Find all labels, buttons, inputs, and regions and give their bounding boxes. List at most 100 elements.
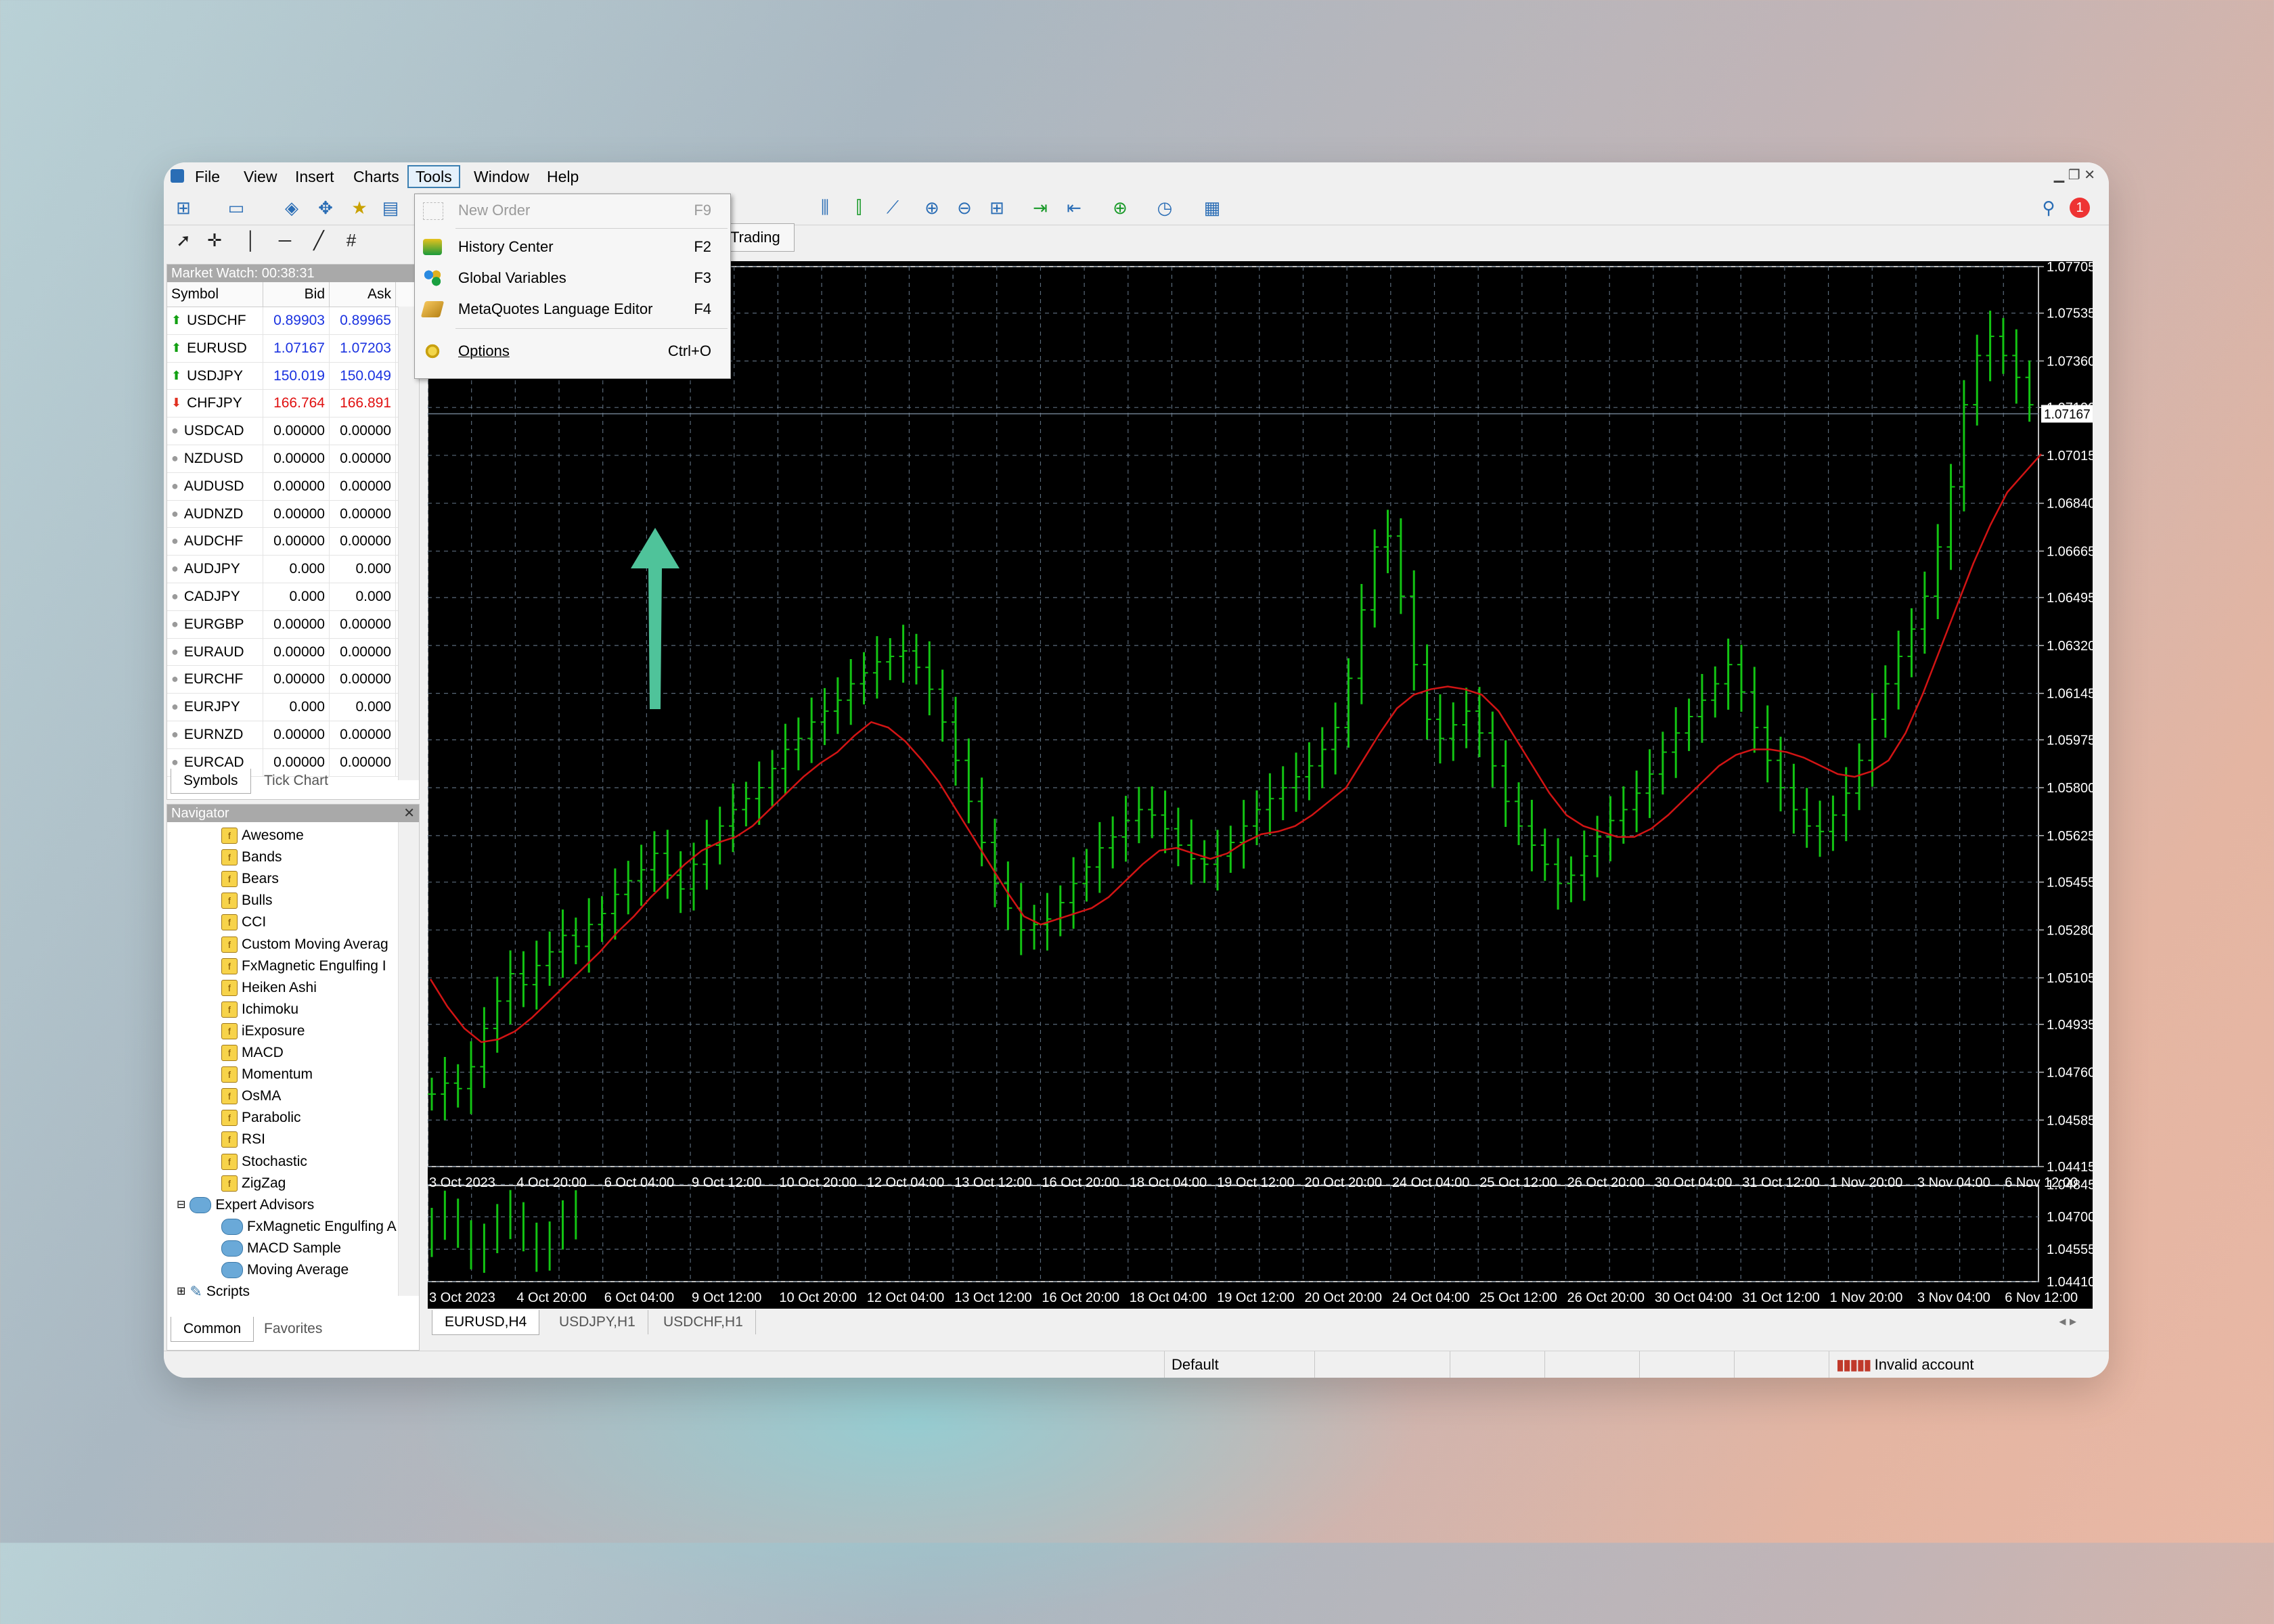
navigator-scrollbar[interactable] <box>398 822 419 1296</box>
market-watch-row[interactable]: ● USDCAD 0.00000 0.00000 <box>167 418 419 445</box>
expand-icon[interactable]: ⊞ <box>177 1281 185 1303</box>
market-watch-row[interactable]: ● EURJPY 0.000 0.000 <box>167 694 419 721</box>
window-controls[interactable]: ▁ ❐ ✕ <box>2054 166 2095 183</box>
market-watch-row[interactable]: ● AUDNZD 0.00000 0.00000 <box>167 500 419 528</box>
market-watch-row[interactable]: ● CADJPY 0.000 0.000 <box>167 583 419 611</box>
price-chart[interactable]: 1.077051.075351.073601.071901.070151.068… <box>427 260 2095 1309</box>
menu-item-options[interactable]: Options Ctrl+O <box>415 336 730 366</box>
navigator-indicator-item[interactable]: f Bands <box>221 847 282 868</box>
tab-scroll-arrows[interactable]: ◂ ▸ <box>2059 1313 2076 1330</box>
terminal-icon[interactable]: ▤ <box>378 195 403 221</box>
zoom-in-icon[interactable]: ⊕ <box>919 195 945 221</box>
navigator-indicator-item[interactable]: f Custom Moving Averag <box>221 934 388 955</box>
market-watch-row[interactable]: ⬆ EURUSD 1.07167 1.07203 <box>167 334 419 363</box>
profiles-icon[interactable]: ▭ <box>223 195 249 221</box>
close-icon[interactable]: ✕ <box>403 805 415 822</box>
tab-favorites[interactable]: Favorites <box>252 1317 334 1341</box>
menu-file[interactable]: File <box>188 165 227 188</box>
market-watch-row[interactable]: ● AUDJPY 0.000 0.000 <box>167 556 419 583</box>
tab-symbols[interactable]: Symbols <box>171 769 251 794</box>
chart-shift-icon[interactable]: ⇤ <box>1061 195 1087 221</box>
menu-item-history-center[interactable]: History Center F2 <box>415 232 730 262</box>
market-watch-icon[interactable]: ◈ <box>279 195 305 221</box>
navigator-indicator-item[interactable]: f MACD <box>221 1042 284 1064</box>
cursor-icon[interactable]: ➚ <box>171 227 196 253</box>
tab-usdjpy-h1[interactable]: USDJPY,H1 <box>547 1310 648 1334</box>
candlestick-icon[interactable]: ⫿ <box>846 195 872 221</box>
tab-usdchf-h1[interactable]: USDCHF,H1 <box>651 1310 756 1334</box>
tab-common[interactable]: Common <box>171 1317 254 1342</box>
col-bid[interactable]: Bid <box>263 282 330 307</box>
menu-tools[interactable]: Tools <box>407 165 460 188</box>
market-watch-row[interactable]: ● EURAUD 0.00000 0.00000 <box>167 638 419 667</box>
new-chart-icon[interactable]: ⊞ <box>171 195 196 221</box>
search-icon[interactable]: ⚲ <box>2036 195 2061 221</box>
sub-x-tick-label: 6 Oct 04:00 <box>604 1290 674 1305</box>
price-neutral-icon: ● <box>171 672 179 686</box>
ask-cell: 0.00000 <box>330 445 396 472</box>
collapse-icon[interactable]: ⊟ <box>177 1194 185 1216</box>
navigator-indicator-item[interactable]: f RSI <box>221 1129 265 1150</box>
menu-view[interactable]: View <box>237 165 284 188</box>
navigator-expert-item[interactable]: MACD Sample <box>221 1238 341 1259</box>
navigator-indicator-item[interactable]: f Stochastic <box>221 1151 307 1173</box>
market-watch-row[interactable]: ⬇ CHFJPY 166.764 166.891 <box>167 390 419 418</box>
navigator-indicator-item[interactable]: f Awesome <box>221 825 304 847</box>
vertical-line-icon[interactable]: │ <box>238 227 264 253</box>
navigator-expert-item[interactable]: Moving Average <box>221 1259 349 1281</box>
navigator-indicator-item[interactable]: f ZigZag <box>221 1173 286 1194</box>
chart-area[interactable]: 1.077051.075351.073601.071901.070151.068… <box>427 260 2095 1309</box>
restore-icon[interactable]: ❐ <box>2068 168 2080 183</box>
minimize-icon[interactable]: ▁ <box>2054 168 2064 183</box>
notification-badge[interactable]: 1 <box>2070 198 2090 218</box>
navigator-icon[interactable]: ★ <box>347 195 372 221</box>
col-ask[interactable]: Ask <box>330 282 396 307</box>
periods-icon[interactable]: ◷ <box>1152 195 1178 221</box>
market-watch-row[interactable]: ● NZDUSD 0.00000 0.00000 <box>167 445 419 473</box>
tab-eurusd-h4[interactable]: EURUSD,H4 <box>432 1310 540 1335</box>
menu-item-new-order[interactable]: New Order F9 <box>415 196 730 225</box>
templates-icon[interactable]: ▦ <box>1199 195 1225 221</box>
crosshair-icon[interactable]: ✛ <box>202 227 227 253</box>
navigator-indicator-item[interactable]: f OsMA <box>221 1085 281 1107</box>
navigator-indicator-item[interactable]: f iExposure <box>221 1020 305 1042</box>
tab-tick-chart[interactable]: Tick Chart <box>252 769 340 793</box>
market-watch-row[interactable]: ● EURCHF 0.00000 0.00000 <box>167 666 419 694</box>
market-watch-row[interactable]: ⬆ USDJPY 150.019 150.049 <box>167 362 419 390</box>
menu-insert[interactable]: Insert <box>288 165 341 188</box>
indicators-icon[interactable]: ⊕ <box>1107 195 1133 221</box>
zoom-out-icon[interactable]: ⊖ <box>952 195 977 221</box>
status-connection[interactable]: ▮▮▮▮▮ Invalid account <box>1829 1351 2093 1378</box>
navigator-indicator-item[interactable]: f Bulls <box>221 890 273 911</box>
close-icon[interactable]: ✕ <box>2084 168 2095 183</box>
trendline-icon[interactable]: ╱ <box>306 227 332 253</box>
bar-chart-icon[interactable]: ⫼ <box>812 195 838 221</box>
menu-help[interactable]: Help <box>540 165 585 188</box>
navigator-indicator-item[interactable]: f Bears <box>221 868 279 890</box>
market-watch-row[interactable]: ● EURGBP 0.00000 0.00000 <box>167 610 419 639</box>
navigator-indicator-item[interactable]: f CCI <box>221 911 266 933</box>
market-watch-row[interactable]: ● EURNZD 0.00000 0.00000 <box>167 721 419 749</box>
market-watch-row[interactable]: ● AUDUSD 0.00000 0.00000 <box>167 472 419 501</box>
line-chart-icon[interactable]: ⟋ <box>880 195 906 221</box>
market-watch-row[interactable]: ● AUDCHF 0.00000 0.00000 <box>167 528 419 556</box>
navigator-indicator-item[interactable]: f Momentum <box>221 1064 313 1085</box>
channel-icon[interactable]: # <box>338 227 364 253</box>
auto-scroll-icon[interactable]: ⇥ <box>1027 195 1053 221</box>
navigator-indicator-item[interactable]: f Ichimoku <box>221 999 298 1020</box>
tile-windows-icon[interactable]: ⊞ <box>984 195 1010 221</box>
menu-window[interactable]: Window <box>467 165 536 188</box>
navigator-indicator-item[interactable]: f Heiken Ashi <box>221 977 317 999</box>
navigator-scripts-folder[interactable]: ⊞ ✎ Scripts <box>177 1281 250 1303</box>
navigator-indicator-item[interactable]: f FxMagnetic Engulfing I <box>221 955 386 977</box>
navigator-expert-advisors-folder[interactable]: ⊟ Expert Advisors <box>177 1194 314 1216</box>
data-window-icon[interactable]: ✥ <box>313 195 338 221</box>
navigator-expert-item[interactable]: FxMagnetic Engulfing A <box>221 1216 397 1238</box>
market-watch-row[interactable]: ⬆ USDCHF 0.89903 0.89965 <box>167 307 419 335</box>
horizontal-line-icon[interactable]: ─ <box>272 227 298 253</box>
menu-item-global-variables[interactable]: Global Variables F3 <box>415 263 730 293</box>
navigator-indicator-item[interactable]: f Parabolic <box>221 1107 301 1129</box>
menu-item-language-editor[interactable]: MetaQuotes Language Editor F4 <box>415 294 730 324</box>
col-symbol[interactable]: Symbol <box>167 282 263 307</box>
menu-charts[interactable]: Charts <box>347 165 406 188</box>
